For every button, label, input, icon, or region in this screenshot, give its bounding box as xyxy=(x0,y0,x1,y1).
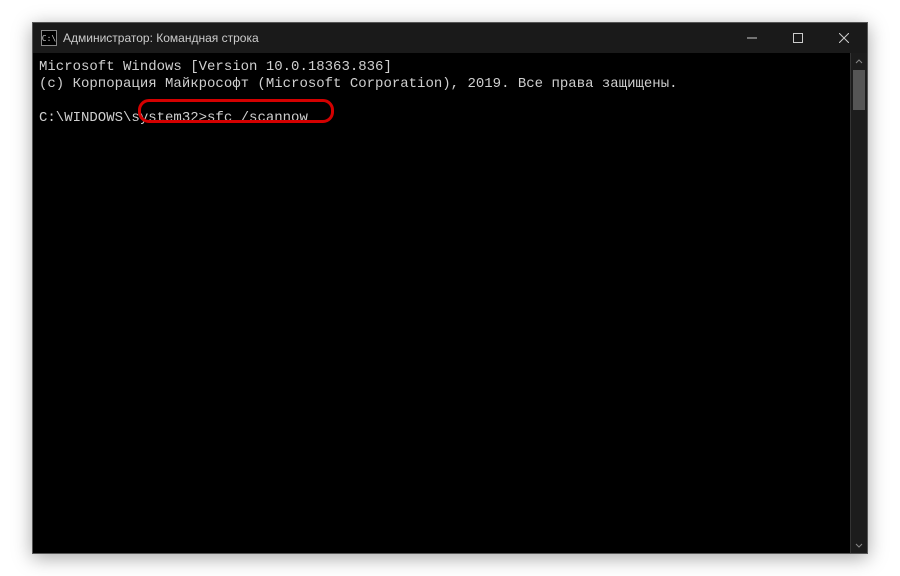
console-line: Microsoft Windows [Version 10.0.18363.83… xyxy=(39,59,392,75)
console-line: (c) Корпорация Майкрософт (Microsoft Cor… xyxy=(39,76,678,92)
window-controls xyxy=(729,23,867,53)
maximize-icon xyxy=(793,33,803,43)
close-button[interactable] xyxy=(821,23,867,53)
close-icon xyxy=(839,33,849,43)
scroll-thumb[interactable] xyxy=(853,70,865,110)
chevron-up-icon xyxy=(855,58,863,66)
console-output[interactable]: Microsoft Windows [Version 10.0.18363.83… xyxy=(33,53,850,553)
titlebar[interactable]: C:\ Администратор: Командная строка xyxy=(33,23,867,53)
client-area: Microsoft Windows [Version 10.0.18363.83… xyxy=(33,53,867,553)
scroll-down-button[interactable] xyxy=(851,536,867,553)
chevron-down-icon xyxy=(855,541,863,549)
scroll-up-button[interactable] xyxy=(851,53,867,70)
scrollbar[interactable] xyxy=(850,53,867,553)
cursor xyxy=(308,120,316,122)
cmd-window: C:\ Администратор: Командная строка Micr… xyxy=(32,22,868,554)
window-title: Администратор: Командная строка xyxy=(63,31,729,45)
prompt-prefix: C:\WINDOWS xyxy=(39,110,123,126)
minimize-icon xyxy=(747,33,757,43)
scroll-track[interactable] xyxy=(851,70,867,536)
prompt-command: \system32>sfc /scannow xyxy=(123,110,308,126)
minimize-button[interactable] xyxy=(729,23,775,53)
maximize-button[interactable] xyxy=(775,23,821,53)
cmd-icon: C:\ xyxy=(41,30,57,46)
prompt-line: C:\WINDOWS\system32>sfc /scannow xyxy=(39,110,316,126)
